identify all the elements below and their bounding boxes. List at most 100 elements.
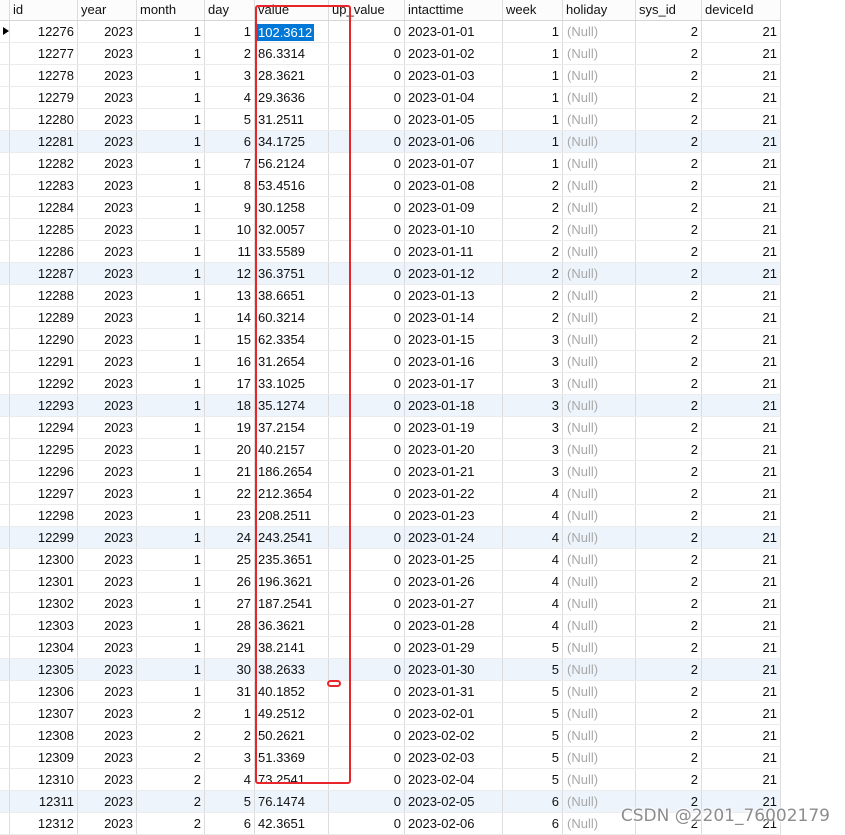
cell-intacttime[interactable]: 2023-01-18 [405, 395, 503, 416]
cell-value[interactable]: 73.2541 [255, 769, 329, 790]
cell-sys-id[interactable]: 2 [636, 153, 702, 174]
cell-sys-id[interactable]: 2 [636, 461, 702, 482]
cell-month[interactable]: 1 [137, 417, 205, 438]
cell-id[interactable]: 12296 [10, 461, 78, 482]
cell-year[interactable]: 2023 [78, 65, 137, 86]
cell-up-value[interactable]: 0 [329, 263, 405, 284]
cell-device-id[interactable]: 21 [702, 417, 781, 438]
cell-up-value[interactable]: 0 [329, 527, 405, 548]
cell-day[interactable]: 15 [205, 329, 255, 350]
cell-day[interactable]: 27 [205, 593, 255, 614]
cell-holiday[interactable]: (Null) [563, 241, 636, 262]
cell-id[interactable]: 12292 [10, 373, 78, 394]
cell-week[interactable]: 4 [503, 549, 563, 570]
cell-holiday[interactable]: (Null) [563, 791, 636, 812]
cell-day[interactable]: 20 [205, 439, 255, 460]
cell-id[interactable]: 12306 [10, 681, 78, 702]
cell-holiday[interactable]: (Null) [563, 747, 636, 768]
cell-month[interactable]: 1 [137, 241, 205, 262]
cell-holiday[interactable]: (Null) [563, 329, 636, 350]
column-header-month[interactable]: month [137, 0, 205, 20]
row-indicator[interactable] [0, 351, 10, 372]
cell-holiday[interactable]: (Null) [563, 263, 636, 284]
cell-intacttime[interactable]: 2023-02-03 [405, 747, 503, 768]
table-row[interactable]: 12287 2023 1 12 36.3751 0 2023-01-12 2 (Null) 2 21 [0, 263, 781, 285]
cell-week[interactable]: 5 [503, 703, 563, 724]
cell-up-value[interactable]: 0 [329, 659, 405, 680]
cell-holiday[interactable]: (Null) [563, 593, 636, 614]
table-row[interactable]: 12297 2023 1 22 212.3654 0 2023-01-22 4 (Null) 2 2… [0, 483, 781, 505]
cell-month[interactable]: 1 [137, 153, 205, 174]
cell-sys-id[interactable]: 2 [636, 285, 702, 306]
cell-holiday[interactable]: (Null) [563, 571, 636, 592]
cell-day[interactable]: 4 [205, 769, 255, 790]
cell-device-id[interactable]: 21 [702, 747, 781, 768]
cell-week[interactable]: 2 [503, 263, 563, 284]
cell-id[interactable]: 12311 [10, 791, 78, 812]
cell-week[interactable]: 1 [503, 21, 563, 42]
cell-month[interactable]: 1 [137, 527, 205, 548]
cell-device-id[interactable]: 21 [702, 505, 781, 526]
cell-year[interactable]: 2023 [78, 527, 137, 548]
cell-week[interactable]: 2 [503, 307, 563, 328]
table-row[interactable]: 12283 2023 1 8 53.4516 0 2023-01-08 2 (Null) 2 21 [0, 175, 781, 197]
cell-up-value[interactable]: 0 [329, 197, 405, 218]
cell-holiday[interactable]: (Null) [563, 659, 636, 680]
cell-up-value[interactable]: 0 [329, 219, 405, 240]
row-indicator[interactable] [0, 153, 10, 174]
cell-id[interactable]: 12283 [10, 175, 78, 196]
cell-week[interactable]: 5 [503, 725, 563, 746]
cell-holiday[interactable]: (Null) [563, 219, 636, 240]
cell-holiday[interactable]: (Null) [563, 703, 636, 724]
cell-year[interactable]: 2023 [78, 681, 137, 702]
row-indicator[interactable] [0, 527, 10, 548]
cell-device-id[interactable]: 21 [702, 461, 781, 482]
cell-intacttime[interactable]: 2023-01-09 [405, 197, 503, 218]
cell-device-id[interactable]: 21 [702, 241, 781, 262]
cell-device-id[interactable]: 21 [702, 87, 781, 108]
cell-id[interactable]: 12295 [10, 439, 78, 460]
cell-year[interactable]: 2023 [78, 703, 137, 724]
cell-sys-id[interactable]: 2 [636, 615, 702, 636]
cell-intacttime[interactable]: 2023-01-11 [405, 241, 503, 262]
cell-device-id[interactable]: 21 [702, 219, 781, 240]
cell-sys-id[interactable]: 2 [636, 703, 702, 724]
table-row[interactable]: 12308 2023 2 2 50.2621 0 2023-02-02 5 (Null) 2 21 [0, 725, 781, 747]
cell-device-id[interactable]: 21 [702, 109, 781, 130]
cell-device-id[interactable]: 21 [702, 483, 781, 504]
cell-year[interactable]: 2023 [78, 813, 137, 834]
cell-sys-id[interactable]: 2 [636, 351, 702, 372]
cell-week[interactable]: 5 [503, 769, 563, 790]
cell-up-value[interactable]: 0 [329, 307, 405, 328]
cell-value[interactable]: 187.2541 [255, 593, 329, 614]
cell-up-value[interactable]: 0 [329, 637, 405, 658]
cell-value[interactable]: 31.2654 [255, 351, 329, 372]
cell-holiday[interactable]: (Null) [563, 109, 636, 130]
cell-id[interactable]: 12291 [10, 351, 78, 372]
cell-year[interactable]: 2023 [78, 329, 137, 350]
cell-month[interactable]: 1 [137, 637, 205, 658]
row-indicator[interactable] [0, 109, 10, 130]
cell-week[interactable]: 4 [503, 527, 563, 548]
row-indicator[interactable] [0, 417, 10, 438]
cell-device-id[interactable]: 21 [702, 65, 781, 86]
cell-up-value[interactable]: 0 [329, 461, 405, 482]
cell-id[interactable]: 12278 [10, 65, 78, 86]
cell-day[interactable]: 2 [205, 43, 255, 64]
cell-device-id[interactable]: 21 [702, 791, 781, 812]
row-indicator[interactable] [0, 87, 10, 108]
table-row[interactable]: 12280 2023 1 5 31.2511 0 2023-01-05 1 (Null) 2 21 [0, 109, 781, 131]
cell-year[interactable]: 2023 [78, 21, 137, 42]
cell-sys-id[interactable]: 2 [636, 769, 702, 790]
cell-day[interactable]: 3 [205, 747, 255, 768]
cell-id[interactable]: 12287 [10, 263, 78, 284]
cell-value[interactable]: 33.1025 [255, 373, 329, 394]
cell-sys-id[interactable]: 2 [636, 241, 702, 262]
cell-holiday[interactable]: (Null) [563, 637, 636, 658]
cell-up-value[interactable]: 0 [329, 703, 405, 724]
cell-device-id[interactable]: 21 [702, 637, 781, 658]
cell-id[interactable]: 12286 [10, 241, 78, 262]
cell-week[interactable]: 3 [503, 439, 563, 460]
cell-up-value[interactable]: 0 [329, 593, 405, 614]
cell-id[interactable]: 12277 [10, 43, 78, 64]
